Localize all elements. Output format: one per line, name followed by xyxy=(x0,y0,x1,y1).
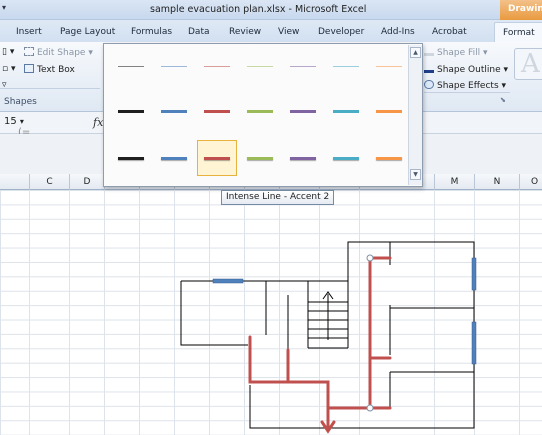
column-header-m[interactable]: M xyxy=(435,174,475,190)
tab-format[interactable]: Format xyxy=(494,22,542,42)
stairs xyxy=(308,291,348,340)
gallery-scrollbar[interactable]: ▲ ▼ xyxy=(408,45,422,185)
tab-acrobat[interactable]: Acrobat xyxy=(432,27,467,37)
tab-data[interactable]: Data xyxy=(188,27,210,37)
tab-review[interactable]: Review xyxy=(229,27,261,37)
wall-segment xyxy=(180,281,248,346)
tab-formulas[interactable]: Formulas xyxy=(131,27,172,37)
line-style-swatch[interactable] xyxy=(197,48,237,84)
shape-effects-icon xyxy=(424,80,434,89)
select-all-corner[interactable] xyxy=(0,174,30,190)
line-style-swatch[interactable] xyxy=(283,48,323,84)
gallery-scroll-down-icon[interactable]: ▼ xyxy=(410,169,421,180)
line-style-sample xyxy=(161,156,187,160)
text-box-button[interactable]: Text Box xyxy=(24,64,75,75)
edit-shape-button[interactable]: Edit Shape ▾ xyxy=(24,47,93,58)
column-header-d[interactable]: D xyxy=(70,174,105,190)
line-style-swatch[interactable] xyxy=(154,48,194,84)
line-style-swatch[interactable] xyxy=(111,48,151,84)
line-style-swatch[interactable] xyxy=(326,140,366,176)
line-style-gallery[interactable]: ▲ ▼ xyxy=(103,43,423,187)
window-title: sample evacuation plan.xlsx - Microsoft … xyxy=(150,4,367,15)
line-style-sample xyxy=(204,65,230,67)
line-style-swatch[interactable] xyxy=(240,48,280,84)
tab-view[interactable]: View xyxy=(278,27,299,37)
exit-door-marker xyxy=(471,257,477,291)
line-style-sample xyxy=(247,156,273,160)
line-style-swatch[interactable] xyxy=(283,140,323,176)
wordart-style-preview[interactable]: A xyxy=(514,48,542,80)
line-style-sample xyxy=(204,109,230,113)
shape-effects-button[interactable]: Shape Effects ▾ xyxy=(424,80,506,91)
shape-gallery-left-edge[interactable]: ▯ ▾ xyxy=(2,47,14,57)
exit-door-marker xyxy=(212,278,244,284)
line-end-handle[interactable] xyxy=(366,404,374,412)
line-style-swatch[interactable] xyxy=(197,93,237,129)
line-style-sample xyxy=(290,109,316,113)
line-style-sample xyxy=(247,65,273,67)
tab-add-ins[interactable]: Add-Ins xyxy=(381,27,415,37)
line-style-sample xyxy=(333,109,359,113)
title-bar: ▾ sample evacuation plan.xlsx - Microsof… xyxy=(0,0,542,20)
line-style-swatch[interactable] xyxy=(197,140,237,176)
line-style-sample xyxy=(376,156,402,160)
line-style-swatch[interactable] xyxy=(240,140,280,176)
insert-function-icon[interactable]: fx xyxy=(93,116,103,129)
paint-bucket-icon xyxy=(424,47,434,56)
line-start-handle[interactable] xyxy=(366,254,374,262)
line-style-swatch[interactable] xyxy=(326,48,366,84)
line-style-sample xyxy=(247,109,273,113)
line-style-swatch[interactable] xyxy=(154,140,194,176)
tab-page-layout[interactable]: Page Layout xyxy=(60,27,115,37)
line-style-swatch[interactable] xyxy=(326,93,366,129)
shape-outline-button[interactable]: Shape Outline ▾ xyxy=(424,64,508,75)
line-style-tooltip: Intense Line - Accent 2 xyxy=(221,190,335,205)
line-style-swatch[interactable] xyxy=(369,48,409,84)
line-style-swatch[interactable] xyxy=(369,93,409,129)
line-style-swatch[interactable] xyxy=(240,93,280,129)
line-style-sample xyxy=(118,65,144,67)
line-style-sample xyxy=(161,65,187,67)
pen-icon xyxy=(424,64,434,73)
edit-shape-icon xyxy=(24,47,34,56)
line-style-sample xyxy=(290,156,316,160)
tab-developer[interactable]: Developer xyxy=(318,27,364,37)
line-style-sample xyxy=(333,65,359,67)
ribbon-tabs: Insert Page Layout Formulas Data Review View D… xyxy=(0,20,542,42)
line-style-sample xyxy=(376,109,402,113)
column-header-o[interactable]: O xyxy=(520,174,542,190)
drawing-tools-context-label: Drawing Tools xyxy=(500,0,542,20)
exit-door-marker xyxy=(471,321,477,365)
text-box-icon xyxy=(24,64,34,73)
evacuation-plan-drawing[interactable] xyxy=(0,190,542,435)
gallery-scroll-up-icon[interactable]: ▲ xyxy=(410,47,421,58)
wall-segment xyxy=(249,241,475,429)
line-style-swatch[interactable] xyxy=(369,140,409,176)
worksheet-grid[interactable] xyxy=(0,190,542,435)
shape-fill-button[interactable]: Shape Fill ▾ xyxy=(424,47,487,58)
quick-access-dropdown-icon[interactable]: ▾ xyxy=(2,3,6,12)
line-style-swatch[interactable] xyxy=(283,93,323,129)
line-style-sample xyxy=(204,156,230,160)
dialog-launcher-icon[interactable]: ⬊ xyxy=(500,96,506,104)
name-box[interactable]: 15 ▾ (= xyxy=(2,116,50,138)
tab-insert[interactable]: Insert xyxy=(16,27,42,37)
column-header-n[interactable]: N xyxy=(475,174,520,190)
line-style-sample xyxy=(376,65,402,67)
name-box-dropdown-icon[interactable]: ▾ xyxy=(20,117,24,126)
column-header-c[interactable]: C xyxy=(30,174,70,190)
line-style-sample xyxy=(118,109,144,113)
line-style-sample xyxy=(333,156,359,160)
shapes-group-label: Shapes xyxy=(4,97,37,107)
line-style-swatch[interactable] xyxy=(154,93,194,129)
line-style-sample xyxy=(290,65,316,67)
line-style-sample xyxy=(118,156,144,160)
line-style-swatch[interactable] xyxy=(111,93,151,129)
line-style-sample xyxy=(161,109,187,113)
line-style-swatch[interactable] xyxy=(111,140,151,176)
